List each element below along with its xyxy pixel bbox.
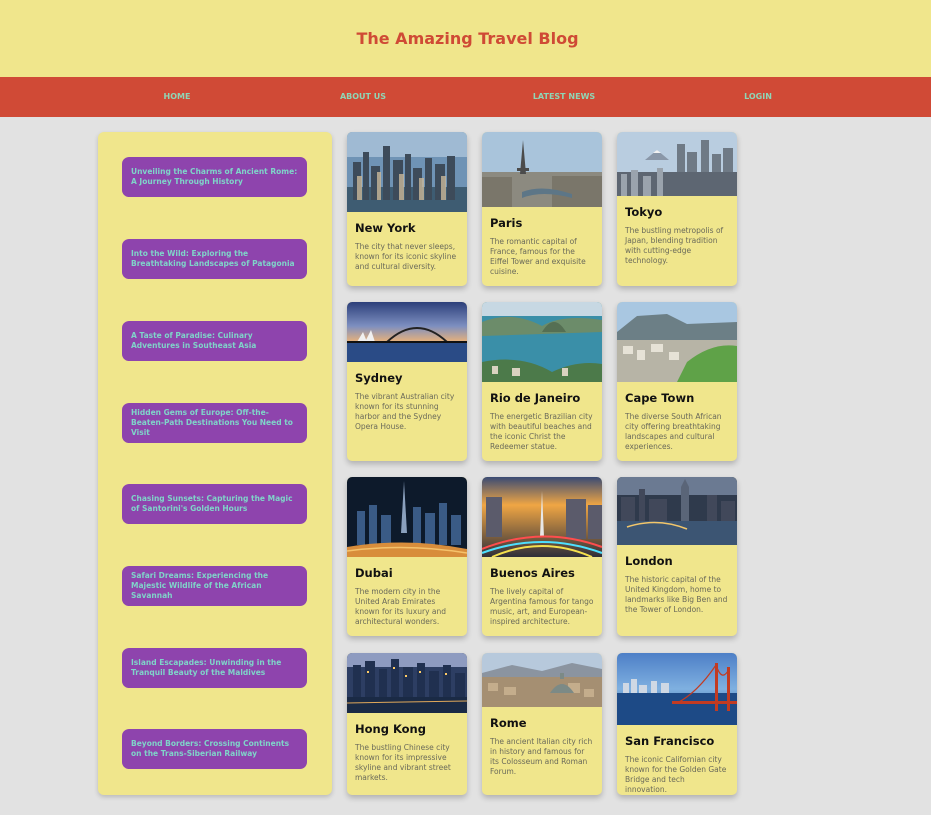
sidebar-link-maldives[interactable]: Island Escapades: Unwinding in the Tranq…	[122, 648, 307, 688]
sidebar-link-trans-siberian[interactable]: Beyond Borders: Crossing Continents on t…	[122, 729, 307, 769]
city-description: The city that never sleeps, known for it…	[355, 242, 457, 271]
buenos-aires-image	[482, 477, 602, 557]
sidebar: Unveiling the Charms of Ancient Rome: A …	[98, 132, 332, 795]
city-description: The modern city in the United Arab Emira…	[355, 587, 447, 626]
city-name: Rio de Janeiro	[490, 391, 581, 405]
nav-login-link[interactable]: LOGIN	[744, 77, 772, 117]
city-name: Paris	[490, 216, 523, 230]
sidebar-link-santorini[interactable]: Chasing Sunsets: Capturing the Magic of …	[122, 484, 307, 524]
sidebar-link-ancient-rome[interactable]: Unveiling the Charms of Ancient Rome: A …	[122, 157, 307, 197]
site-header: The Amazing Travel Blog	[0, 0, 931, 77]
city-name: London	[625, 554, 673, 568]
cape-town-image	[617, 302, 737, 382]
city-card-hong-kong[interactable]: Hong Kong The bustling Chinese city know…	[347, 653, 467, 795]
site-title: The Amazing Travel Blog	[356, 29, 579, 48]
city-card-tokyo[interactable]: Tokyo The bustling metropolis of Japan, …	[617, 132, 737, 286]
sidebar-link-hidden-gems-europe[interactable]: Hidden Gems of Europe: Off-the-Beaten-Pa…	[122, 403, 307, 443]
city-description: The iconic Californian city known for th…	[625, 755, 727, 794]
city-name: Hong Kong	[355, 722, 426, 736]
sydney-image	[347, 302, 467, 362]
sidebar-link-patagonia[interactable]: Into the Wild: Exploring the Breathtakin…	[122, 239, 307, 279]
rio-image	[482, 302, 602, 382]
nav-home-link[interactable]: HOME	[164, 77, 191, 117]
nav-about-us-link[interactable]: ABOUT US	[340, 77, 386, 117]
paris-image	[482, 132, 602, 207]
nav-latest-news-link[interactable]: LATEST NEWS	[533, 77, 595, 117]
hong-kong-image	[347, 653, 467, 713]
city-description: The lively capital of Argentina famous f…	[490, 587, 594, 626]
city-name: New York	[355, 221, 416, 235]
city-name: Buenos Aires	[490, 566, 575, 580]
new-york-image	[347, 132, 467, 212]
tokyo-image	[617, 132, 737, 196]
city-description: The bustling metropolis of Japan, blendi…	[625, 226, 724, 265]
main-nav: HOME ABOUT US LATEST NEWS LOGIN	[0, 77, 931, 117]
city-name: Cape Town	[625, 391, 695, 405]
city-description: The bustling Chinese city known for its …	[355, 743, 451, 782]
city-card-cape-town[interactable]: Cape Town The diverse South African city…	[617, 302, 737, 461]
city-card-new-york[interactable]: New York The city that never sleeps, kno…	[347, 132, 467, 286]
city-description: The ancient Italian city rich in history…	[490, 737, 593, 776]
rome-image	[482, 653, 602, 707]
city-name: Dubai	[355, 566, 393, 580]
city-name: San Francisco	[625, 734, 715, 748]
city-card-london[interactable]: London The historic capital of the Unite…	[617, 477, 737, 636]
city-description: The energetic Brazilian city with beauti…	[490, 412, 593, 451]
city-card-rio-de-janeiro[interactable]: Rio de Janeiro The energetic Brazilian c…	[482, 302, 602, 461]
city-card-sydney[interactable]: Sydney The vibrant Australian city known…	[347, 302, 467, 461]
city-description: The historic capital of the United Kingd…	[625, 575, 728, 614]
city-card-paris[interactable]: Paris The romantic capital of France, fa…	[482, 132, 602, 286]
sidebar-link-safari[interactable]: Safari Dreams: Experiencing the Majestic…	[122, 566, 307, 606]
city-description: The vibrant Australian city known for it…	[355, 392, 455, 431]
city-name: Tokyo	[625, 205, 663, 219]
city-card-buenos-aires[interactable]: Buenos Aires The lively capital of Argen…	[482, 477, 602, 636]
city-name: Rome	[490, 716, 527, 730]
city-card-dubai[interactable]: Dubai The modern city in the United Arab…	[347, 477, 467, 636]
london-image	[617, 477, 737, 545]
sidebar-link-southeast-asia[interactable]: A Taste of Paradise: Culinary Adventures…	[122, 321, 307, 361]
city-card-rome[interactable]: Rome The ancient Italian city rich in hi…	[482, 653, 602, 795]
city-description: The diverse South African city offering …	[625, 412, 722, 451]
city-name: Sydney	[355, 371, 403, 385]
dubai-image	[347, 477, 467, 557]
city-card-san-francisco[interactable]: San Francisco The iconic Californian cit…	[617, 653, 737, 795]
san-francisco-image	[617, 653, 737, 725]
city-description: The romantic capital of France, famous f…	[490, 237, 586, 276]
